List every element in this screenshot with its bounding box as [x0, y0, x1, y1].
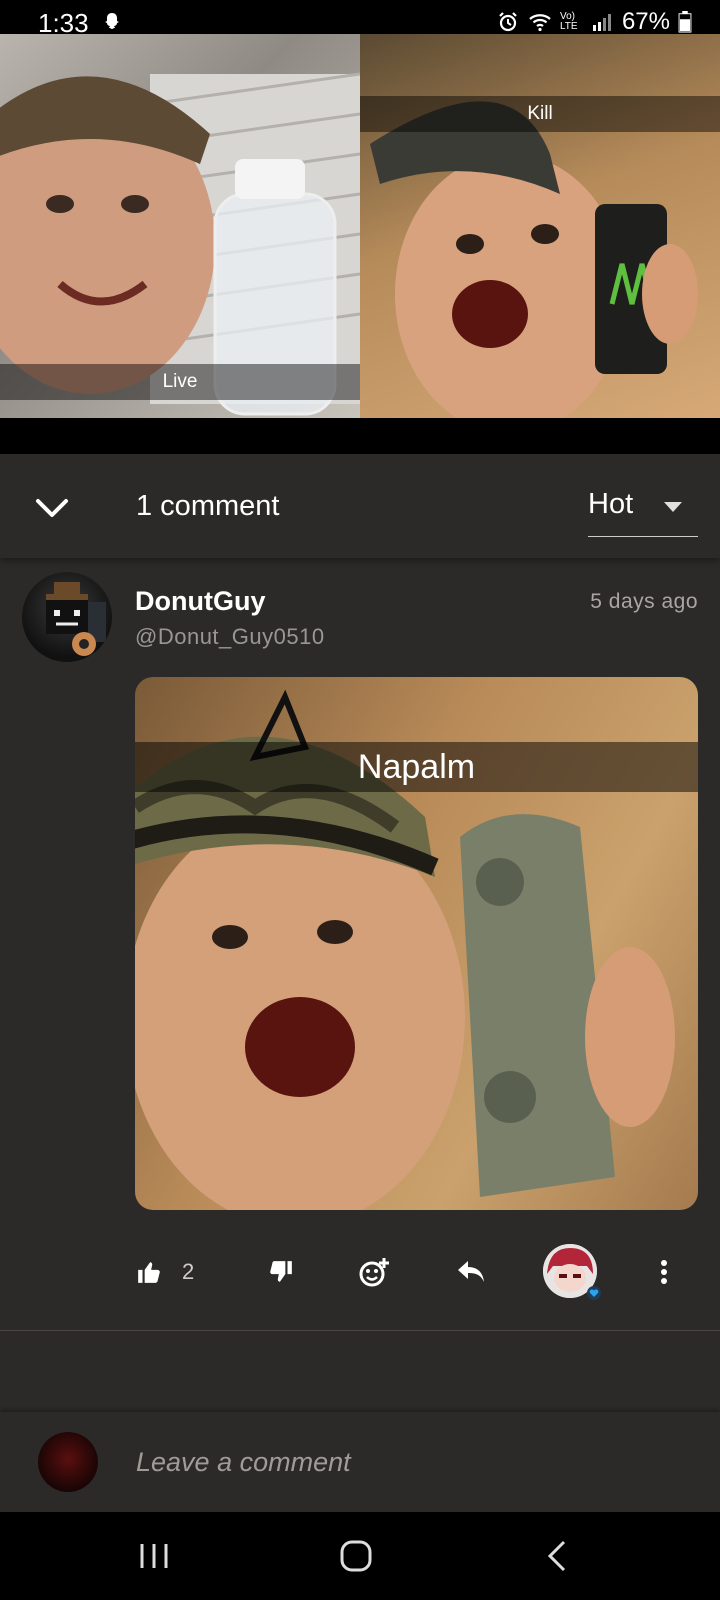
comments-header: 1 comment Hot: [0, 454, 720, 558]
navigation-bar: [0, 1512, 720, 1600]
image-caption: Napalm: [135, 742, 698, 792]
current-user-avatar[interactable]: [38, 1432, 98, 1492]
more-options-button[interactable]: [660, 1244, 668, 1300]
comment-actions: 2: [0, 1244, 720, 1304]
battery-icon: [678, 11, 692, 33]
heart-icon: [587, 1286, 601, 1300]
media-tile-right[interactable]: Kill: [360, 34, 720, 418]
add-emoji-icon: [359, 1258, 389, 1287]
avatar[interactable]: [22, 572, 112, 662]
media-tile-left[interactable]: Live: [0, 34, 360, 418]
chevron-down-icon[interactable]: [34, 490, 70, 526]
media-caption-left: Live: [0, 364, 360, 400]
comment-input[interactable]: [136, 1442, 656, 1482]
network-label: Vo) LTE: [559, 11, 578, 32]
recent-apps-icon[interactable]: [132, 1534, 176, 1578]
thumbs-up-icon: [138, 1262, 160, 1283]
reply-button[interactable]: [456, 1244, 486, 1300]
media-caption-right: Kill: [360, 96, 720, 132]
divider: [0, 1330, 720, 1331]
person-with-energy-drink-image: [370, 101, 698, 418]
wifi-icon: [529, 14, 551, 32]
dislike-button[interactable]: [268, 1244, 294, 1300]
sort-dropdown[interactable]: Hot: [588, 484, 698, 537]
person-with-water-bottle-image: [0, 72, 360, 416]
reply-icon: [458, 1261, 484, 1282]
back-icon[interactable]: [536, 1534, 580, 1578]
caret-down-icon: [664, 502, 682, 512]
media-collage[interactable]: Live Kill: [0, 34, 720, 454]
like-count: 2: [182, 1259, 195, 1284]
status-icons: Vo) LTE 67%: [496, 8, 692, 36]
more-vertical-icon: [661, 1260, 667, 1284]
signal-icon: [592, 14, 611, 31]
comment-author[interactable]: DonutGuy: [135, 586, 265, 617]
battery-percent: 67%: [621, 8, 670, 35]
comment-timestamp: 5 days ago: [590, 590, 698, 613]
comment-count: 1 comment: [136, 490, 280, 522]
sort-value: Hot: [588, 488, 634, 520]
like-button[interactable]: 2: [136, 1244, 194, 1300]
comment-image[interactable]: Napalm: [135, 677, 698, 1210]
robot-avatar-image: [46, 582, 106, 656]
comment-handle[interactable]: @Donut_Guy0510: [135, 624, 325, 650]
thumbs-down-icon: [270, 1261, 292, 1282]
home-icon[interactable]: [334, 1534, 378, 1578]
compose-bar: [0, 1412, 720, 1512]
alarm-icon: [499, 12, 517, 32]
snapchat-icon: [105, 13, 119, 29]
add-reaction-button[interactable]: [358, 1244, 390, 1300]
